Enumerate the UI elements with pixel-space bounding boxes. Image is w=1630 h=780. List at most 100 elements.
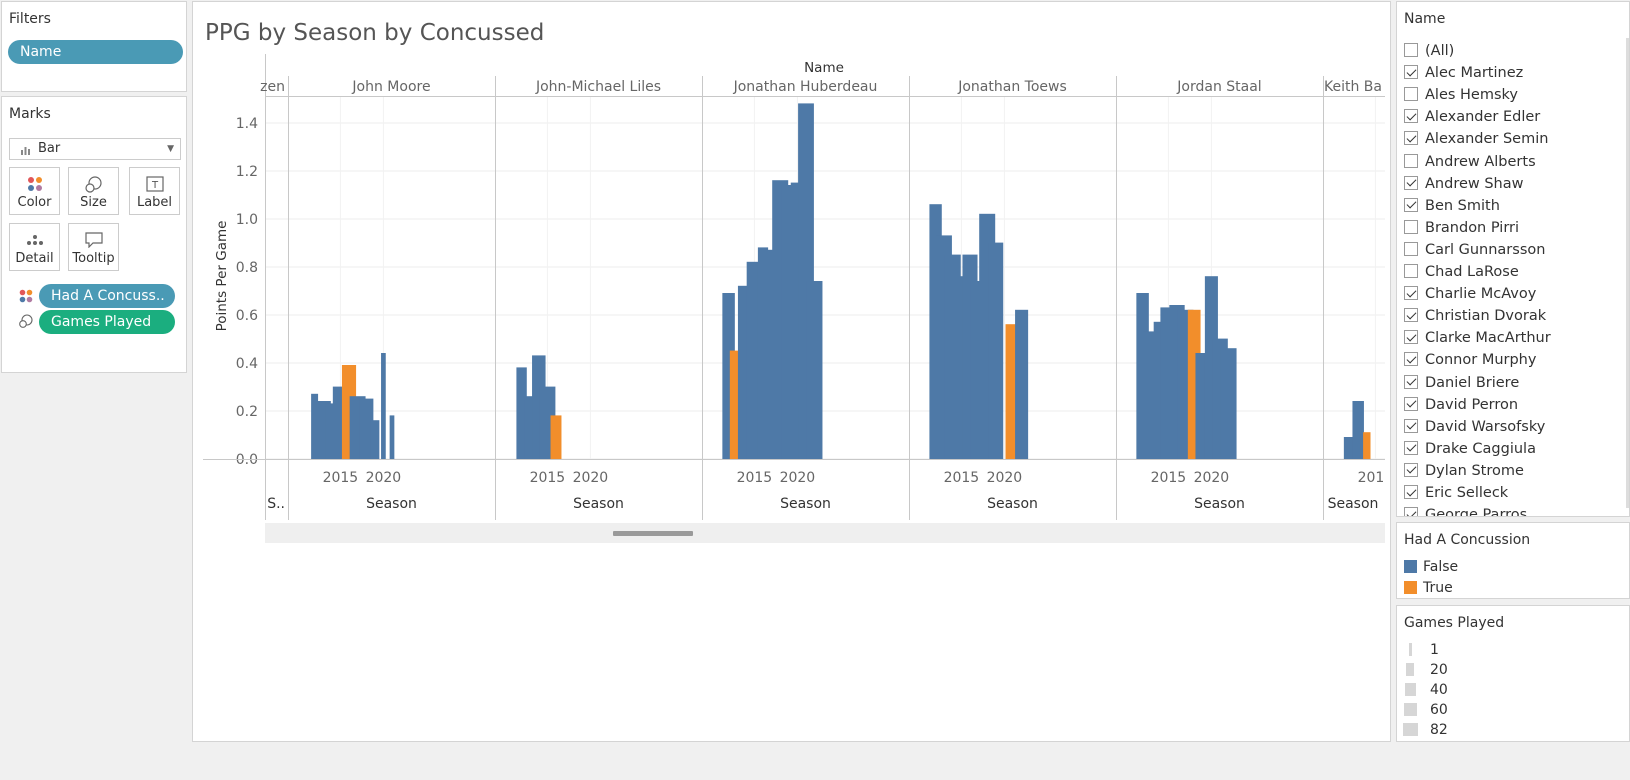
checkbox[interactable] <box>1404 241 1418 256</box>
checkbox[interactable] <box>1404 462 1418 477</box>
name-filter-label: Christian Dvorak <box>1425 308 1547 325</box>
name-filter-item[interactable]: George Parros <box>1404 504 1527 516</box>
bar-chart-icon <box>21 143 31 163</box>
name-filter-label: Clarke MacArthur <box>1425 330 1551 347</box>
name-filter-item[interactable]: Alexander Semin <box>1404 128 1548 150</box>
label-card[interactable]: T Label <box>129 167 180 215</box>
legend-item-false[interactable]: False <box>1404 557 1458 577</box>
name-filter-item[interactable]: David Perron <box>1404 394 1518 416</box>
name-filter-label: Alec Martinez <box>1425 65 1524 82</box>
bar[interactable] <box>1352 401 1364 459</box>
checkbox[interactable] <box>1404 352 1418 367</box>
y-tick-label: 0.6 <box>236 308 258 324</box>
panel-name: Keith Ba <box>1324 79 1382 95</box>
size-legend-label: 40 <box>1430 682 1448 698</box>
mark-type-label: Bar <box>38 141 61 156</box>
name-filter-item[interactable]: Alexander Edler <box>1404 106 1540 128</box>
checkbox[interactable] <box>1404 396 1418 411</box>
y-tick-label: 1.4 <box>236 116 258 132</box>
bar[interactable] <box>550 415 562 459</box>
bar[interactable] <box>389 415 395 459</box>
panel-name-cut: zen <box>260 79 285 95</box>
legend-swatch-false <box>1404 560 1417 573</box>
panel-5: Keith Ba20152020Season <box>1324 79 1385 512</box>
size-pill-games-played[interactable]: Games Played <box>39 310 175 334</box>
name-filter-label: Carl Gunnarsson <box>1425 241 1546 258</box>
name-filter-item[interactable]: Connor Murphy <box>1404 349 1536 371</box>
checkbox[interactable] <box>1404 65 1418 80</box>
checkbox[interactable] <box>1404 286 1418 301</box>
name-filter-item[interactable]: Ales Hemsky <box>1404 84 1518 106</box>
name-filter-item[interactable]: Charlie McAvoy <box>1404 283 1536 305</box>
bar-chart: PPG by Season by Concussed Name Points P… <box>203 20 1385 520</box>
bar[interactable] <box>370 420 380 459</box>
checkbox[interactable] <box>1404 43 1418 57</box>
checkbox[interactable] <box>1404 87 1418 102</box>
name-filter-label: Alexander Semin <box>1425 131 1549 148</box>
name-filter-item[interactable]: Ben Smith <box>1404 195 1500 217</box>
name-filter-item[interactable]: (All) <box>1404 40 1454 62</box>
mark-type-dropdown[interactable]: Bar ▼ <box>9 138 181 160</box>
detail-card[interactable]: Detail <box>9 223 60 271</box>
bar[interactable] <box>1015 309 1029 459</box>
name-filter-label: Ales Hemsky <box>1425 87 1518 104</box>
checkbox[interactable] <box>1404 308 1418 323</box>
name-filter-item[interactable]: Christian Dvorak <box>1404 305 1546 327</box>
name-filter-item[interactable]: Chad LaRose <box>1404 261 1519 283</box>
name-filter-item[interactable]: Andrew Alberts <box>1404 151 1536 173</box>
chevron-down-icon: ▼ <box>167 144 174 154</box>
checkbox[interactable] <box>1404 418 1418 433</box>
x-axis-title: Season <box>573 496 624 512</box>
name-filter-item[interactable]: David Warsofsky <box>1404 416 1545 438</box>
size-legend-mark <box>1402 723 1418 736</box>
name-filter-item[interactable]: Andrew Shaw <box>1404 173 1523 195</box>
bar[interactable] <box>1363 432 1371 459</box>
checkbox[interactable] <box>1404 219 1418 234</box>
bar[interactable] <box>806 281 823 459</box>
x-tick-label: 2020 <box>780 470 816 486</box>
checkbox[interactable] <box>1404 440 1418 455</box>
checkbox[interactable] <box>1404 109 1418 124</box>
checkbox[interactable] <box>1404 485 1418 499</box>
x-axis-title: Season <box>1194 496 1245 512</box>
name-filter-item[interactable]: Carl Gunnarsson <box>1404 239 1545 261</box>
name-filter-item[interactable]: Dylan Strome <box>1404 460 1524 482</box>
color-legend: Had A Concussion False True <box>1396 522 1630 599</box>
y-tick-label: 1.0 <box>236 212 258 228</box>
text-label-icon: T <box>145 176 164 192</box>
checkbox[interactable] <box>1404 175 1418 190</box>
bar[interactable] <box>381 353 386 459</box>
color-card[interactable]: Color <box>9 167 60 215</box>
scrollbar-thumb[interactable] <box>613 531 693 536</box>
checkbox[interactable] <box>1404 131 1418 146</box>
checkbox[interactable] <box>1404 153 1418 168</box>
name-filter-label: (All) <box>1425 43 1455 59</box>
checkbox[interactable] <box>1404 264 1418 278</box>
bar[interactable] <box>1220 348 1237 459</box>
column-header: Name <box>804 60 844 76</box>
size-legend-mark <box>1404 683 1416 696</box>
checkbox[interactable] <box>1404 507 1418 516</box>
name-filter-item[interactable]: Daniel Briere <box>1404 372 1519 394</box>
filter-pill-name[interactable]: Name <box>8 40 183 64</box>
name-filter-item[interactable]: Clarke MacArthur <box>1404 327 1551 349</box>
checkbox[interactable] <box>1404 330 1418 345</box>
checkbox[interactable] <box>1404 197 1418 212</box>
name-filter-item[interactable]: Eric Selleck <box>1404 482 1508 504</box>
speech-bubble-icon <box>84 232 103 248</box>
size-legend-label: 1 <box>1430 642 1439 658</box>
name-filter-item[interactable]: Brandon Pirri <box>1404 217 1519 239</box>
checkbox[interactable] <box>1404 374 1418 389</box>
color-card-label: Color <box>17 195 52 210</box>
name-filter-item[interactable]: Alec Martinez <box>1404 62 1523 84</box>
panel-0: John Moore 2015 2020 Season <box>311 76 496 520</box>
name-filter-item[interactable]: Drake Caggiula <box>1404 438 1536 460</box>
color-pill-had-a-concussion[interactable]: Had A Concuss.. <box>39 284 175 308</box>
tooltip-card[interactable]: Tooltip <box>68 223 119 271</box>
legend-label-true: True <box>1423 580 1453 596</box>
size-card[interactable]: Size <box>68 167 119 215</box>
legend-item-true[interactable]: True <box>1404 578 1453 598</box>
horizontal-scrollbar[interactable] <box>265 523 1385 543</box>
vertical-scrollbar[interactable] <box>1626 38 1629 508</box>
bar[interactable] <box>988 242 1004 459</box>
